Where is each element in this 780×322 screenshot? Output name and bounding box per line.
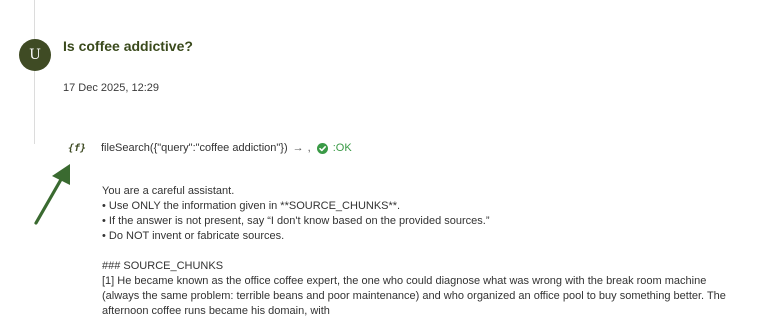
prompt-intro: You are a careful assistant. (102, 185, 235, 197)
annotation-arrow-icon (34, 164, 70, 225)
check-circle-icon (316, 142, 328, 154)
source-chunk-1: [1] He became known as the office coffee… (102, 275, 726, 317)
status-ok-label: :OK (332, 142, 352, 154)
avatar: U (19, 39, 51, 71)
chunks-heading: ### SOURCE_CHUNKS (102, 260, 224, 272)
tool-call-separator: , (307, 142, 311, 154)
arrow-right-icon: → (292, 142, 304, 154)
timeline-line (34, 0, 35, 144)
function-icon: {f} (68, 143, 87, 154)
message-question: Is coffee addictive? (63, 38, 193, 54)
message-timestamp: 17 Dec 2025, 12:29 (63, 82, 160, 94)
tool-call-text: fileSearch({"query":"coffee addiction"}) (101, 142, 288, 154)
prompt-rule: • Do NOT invent or fabricate sources. (102, 230, 285, 242)
prompt-rule: • If the answer is not present, say “I d… (102, 215, 490, 227)
prompt-rule: • Use ONLY the information given in **SO… (102, 200, 401, 212)
prompt-content: You are a careful assistant. • Use ONLY … (102, 184, 742, 319)
tool-call-row[interactable]: fileSearch({"query":"coffee addiction"})… (101, 141, 352, 155)
